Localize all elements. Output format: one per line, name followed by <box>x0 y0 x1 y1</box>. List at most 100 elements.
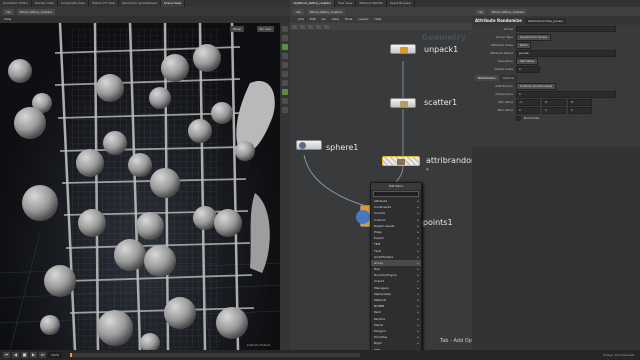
tab-tree-view[interactable]: Tree View <box>335 0 357 7</box>
point-numbers-icon[interactable] <box>282 98 288 104</box>
current-frame-field[interactable]: 1074 <box>48 352 62 358</box>
camera-icon[interactable] <box>282 62 288 68</box>
tab-menu-item-label: Grid/Markers <box>374 254 394 259</box>
param-distribution: Distribution Uniform (Continuous) <box>472 82 640 90</box>
param-max-value: Max Value 1 1 1 <box>472 106 640 114</box>
viewport-geometry <box>0 23 280 350</box>
attribute-name-field[interactable]: pscale <box>516 49 616 57</box>
param-dimensions: Dimensions 1 <box>472 90 640 98</box>
tab-asset-browser[interactable]: Asset Browser <box>387 0 416 7</box>
timeline-playhead[interactable] <box>69 353 72 357</box>
tab-animation-editor[interactable]: Animation Editor <box>0 0 33 7</box>
jump-start-icon[interactable]: ⏮ <box>3 352 10 358</box>
stop-icon[interactable]: ■ <box>21 352 28 358</box>
tab-menu-item-label: Group <box>374 260 384 265</box>
camera-menu[interactable]: No cam <box>256 26 274 32</box>
tab-render-view[interactable]: Render View <box>32 0 58 7</box>
params-breadcrumb-network[interactable]: Wood_define_clusters <box>488 8 528 15</box>
timeline-slider[interactable] <box>69 353 360 357</box>
param-tabs: Distribution Options <box>475 75 640 81</box>
min-value-y[interactable]: 0 <box>542 98 566 106</box>
global-scale-field[interactable]: 1 <box>516 65 540 73</box>
lock-icon: ▣ <box>426 167 429 171</box>
lighting-icon[interactable] <box>282 53 288 59</box>
viewer-label: View <box>0 16 290 23</box>
tab-geometry-spreadsheet[interactable]: Geometry Spreadsheet <box>119 0 161 7</box>
node-copytopoints-label: opoints1 <box>418 218 453 227</box>
node-type-title: Attribute Randomize <box>475 18 522 23</box>
normals-icon[interactable] <box>282 107 288 113</box>
params-breadcrumb-obj[interactable]: obj <box>475 8 486 15</box>
normalize-checkbox[interactable] <box>516 115 521 121</box>
tab-material-palette[interactable]: Material Palette <box>356 0 387 7</box>
node-attribrandomize-label: attribrandom <box>426 156 472 165</box>
max-value-y[interactable]: 1 <box>542 106 566 114</box>
node-sphere-label: sphere1 <box>326 143 359 152</box>
grid-icon[interactable] <box>282 71 288 77</box>
param-label: Max Value <box>497 108 513 112</box>
params-empty-area <box>472 147 640 350</box>
distribution-dropdown[interactable]: Uniform (Continuous) <box>516 82 557 90</box>
tab-motion-fx-view[interactable]: Motion FX View <box>89 0 119 7</box>
tab-menu-title: TAB Menu <box>371 183 421 190</box>
visualize-icon[interactable] <box>282 89 288 95</box>
tab-composite-view[interactable]: Composite View <box>58 0 89 7</box>
tab-scene-view[interactable]: Scene View <box>160 0 186 7</box>
min-value-z[interactable]: 0 <box>568 98 592 106</box>
tab-menu-item-label: Attribute <box>374 199 388 203</box>
tab-distribution[interactable]: Distribution <box>475 75 499 81</box>
attribute-class-dropdown[interactable]: Point <box>516 41 532 49</box>
max-value-z[interactable]: 1 <box>568 106 592 114</box>
breadcrumb: obj Wood_define_clusters <box>0 7 290 16</box>
tab-menu-item-label: Planar <box>374 322 384 327</box>
max-value-vector: 1 1 1 <box>516 106 592 114</box>
shaded-icon[interactable] <box>282 44 288 50</box>
tab-menu-item-label: Primitive <box>374 335 388 340</box>
channel-status: 9 keys, 0/0 channels <box>603 353 634 357</box>
breadcrumb-obj[interactable]: obj <box>3 8 14 15</box>
dimensions-field[interactable]: 1 <box>516 90 616 98</box>
tab-menu-item-label: Edge <box>374 229 382 234</box>
min-value-x[interactable]: -1 <box>516 98 540 106</box>
tab-menu-item-label: Digital Assets <box>374 223 395 228</box>
node-scatter-label: scatter1 <box>424 98 458 107</box>
tab-menu-item-label: Fluid <box>374 248 382 253</box>
params-breadcrumb: obj Wood_define_clusters <box>472 7 640 16</box>
node-name-field[interactable]: attribrandomize_pscale <box>524 17 566 24</box>
tab-menu-item-label: Crowds <box>374 211 386 216</box>
param-group-type: Group Type Guess from Group <box>472 33 640 41</box>
tab-options[interactable]: Options <box>499 75 518 81</box>
snap-icon[interactable] <box>282 80 288 86</box>
group-type-dropdown[interactable]: Guess from Group <box>516 33 552 41</box>
tab-menu-search-input[interactable] <box>373 191 419 197</box>
group-field[interactable] <box>516 26 616 32</box>
tab-menu-item-label: Managers <box>374 285 389 290</box>
min-value-vector: -1 0 0 <box>516 98 592 106</box>
tab-menu-item-label: NURBS <box>374 304 385 309</box>
param-label: Distribution <box>495 84 513 88</box>
node-scatter[interactable] <box>390 98 416 108</box>
param-label: Attribute Name <box>489 51 513 55</box>
jump-end-icon[interactable]: ⏭ <box>39 352 46 358</box>
display-options-icon[interactable] <box>282 26 288 32</box>
attribrandomize-node-icon <box>397 159 405 165</box>
node-attribrandomize[interactable] <box>382 156 420 166</box>
play-icon[interactable]: ▶ <box>30 352 37 358</box>
max-value-x[interactable]: 1 <box>516 106 540 114</box>
tab-menu-item-label: Custom <box>374 217 386 222</box>
tab-network[interactable]: obj/Wood_define_clusters <box>290 0 336 7</box>
tab-menu[interactable]: TAB Menu Attribute ▸ Constraints ▸ Crowds ▸… <box>370 182 422 354</box>
tab-menu-item-label: Export <box>374 236 384 241</box>
tab-menu-item-label: Pack <box>374 310 381 315</box>
persp-menu[interactable]: Persp <box>229 26 244 32</box>
wireframe-icon[interactable] <box>282 35 288 41</box>
3d-viewport[interactable]: Persp No cam Collision Extent <box>0 23 280 350</box>
node-unpack[interactable] <box>390 44 416 54</box>
copy-node-icon <box>356 210 370 224</box>
param-global-scale: Global Scale 1 <box>472 65 640 73</box>
node-sphere[interactable] <box>296 140 322 150</box>
tab-menu-item-label: Polygon <box>374 328 386 333</box>
operation-dropdown[interactable]: Set Value <box>516 57 539 65</box>
step-back-icon[interactable]: ◀ <box>12 352 19 358</box>
breadcrumb-network[interactable]: Wood_define_clusters <box>16 8 56 15</box>
